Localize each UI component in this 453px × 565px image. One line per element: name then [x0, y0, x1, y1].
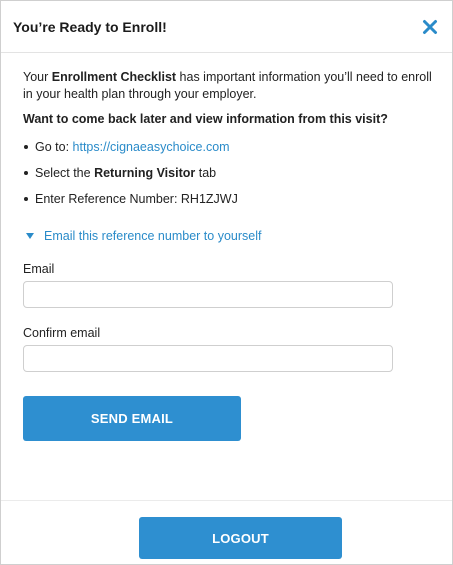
- dialog-title: You’re Ready to Enroll!: [13, 18, 167, 35]
- close-button[interactable]: [420, 17, 440, 37]
- send-email-button[interactable]: SEND EMAIL: [23, 396, 241, 441]
- list-item: Enter Reference Number: RH1ZJWJ: [23, 191, 442, 207]
- email-field[interactable]: [23, 281, 393, 308]
- dialog-header: You’re Ready to Enroll!: [1, 1, 452, 53]
- select-suffix: tab: [195, 166, 217, 180]
- reference-number-text: Enter Reference Number: RH1ZJWJ: [35, 192, 238, 206]
- enroll-dialog: You’re Ready to Enroll! Your Enrollment …: [0, 0, 453, 565]
- intro-text: Your Enrollment Checklist has important …: [23, 69, 442, 103]
- returning-visitor-text: Returning Visitor: [94, 166, 196, 180]
- dialog-footer: LOGOUT: [1, 500, 452, 564]
- list-item: Select the Returning Visitor tab: [23, 165, 442, 181]
- email-label: Email: [23, 262, 55, 276]
- close-icon: [423, 19, 437, 34]
- enrollment-checklist-text: Enrollment Checklist: [51, 70, 177, 84]
- list-item: Go to: https://cignaeasychoice.com: [23, 139, 442, 155]
- dialog-body: Your Enrollment Checklist has important …: [1, 53, 452, 441]
- return-steps-list: Go to: https://cignaeasychoice.com Selec…: [23, 139, 442, 207]
- triangle-down-icon: [26, 233, 34, 239]
- email-reference-toggle[interactable]: Email this reference number to yourself: [23, 229, 442, 243]
- intro-prefix: Your: [23, 70, 52, 84]
- email-reference-label: Email this reference number to yourself: [44, 229, 262, 243]
- goto-label: Go to:: [35, 140, 73, 154]
- return-question: Want to come back later and view informa…: [23, 112, 388, 126]
- logout-button[interactable]: LOGOUT: [139, 517, 342, 559]
- confirm-email-label: Confirm email: [23, 326, 101, 340]
- select-prefix: Select the: [35, 166, 95, 180]
- cignaeasychoice-link[interactable]: https://cignaeasychoice.com: [73, 140, 230, 154]
- confirm-email-field[interactable]: [23, 345, 393, 372]
